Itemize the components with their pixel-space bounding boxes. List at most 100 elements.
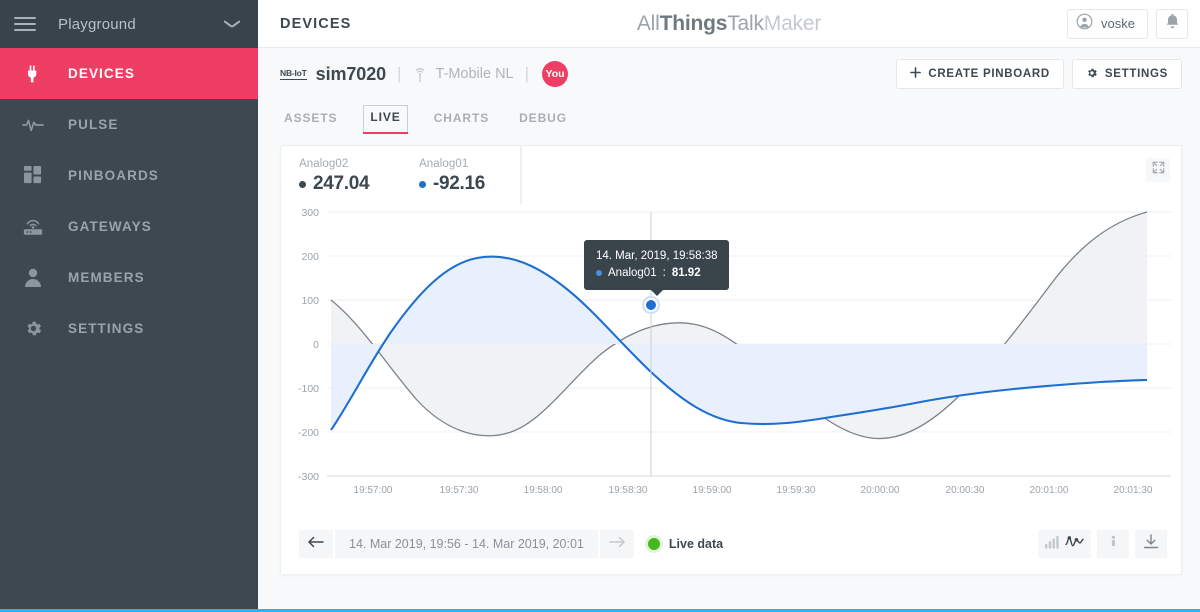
bell-icon [1165,13,1180,34]
device-actions: CREATE PINBOARD SETTINGS [896,59,1182,89]
notifications-button[interactable] [1156,8,1188,39]
gear-icon [18,319,48,338]
range-prev-button[interactable] [299,530,333,558]
metric-label: Analog01 [419,158,469,170]
svg-text:0: 0 [313,339,319,351]
svg-text:300: 300 [301,207,319,219]
main-area: DEVICES All Things Talk Maker voske NB-I… [258,0,1200,612]
grid-icon [18,166,48,185]
user-name: voske [1101,16,1135,31]
live-status: Live data [647,537,723,551]
device-tabs: ASSETS LIVE CHARTS DEBUG [258,100,1200,134]
chart-tooltip: 14. Mar, 2019, 19:58:38 Analog01: 81.92 [584,240,730,297]
svg-text:19:59:30: 19:59:30 [777,485,816,496]
download-icon [1143,534,1159,554]
device-carrier: T-Mobile NL [435,66,514,82]
sidebar-item-pinboards[interactable]: PINBOARDS [0,150,258,201]
svg-text:200: 200 [301,251,319,263]
sidebar-item-label: SETTINGS [68,321,145,336]
metric-legend: Analog02 247.04 Analog01 -92.16 [281,146,522,204]
separator: | [397,64,402,83]
expand-icon [1152,161,1165,179]
metric-analog01[interactable]: Analog01 -92.16 [401,146,521,204]
live-chart-card: Analog02 247.04 Analog01 -92.16 300 200 … [280,145,1182,575]
owner-badge: You [542,61,569,87]
pulse-icon [18,117,48,133]
svg-text:20:00:00: 20:00:00 [861,485,900,496]
device-settings-button[interactable]: SETTINGS [1071,59,1182,89]
router-icon [18,217,48,236]
sidebar-item-label: PULSE [68,117,119,132]
sidebar-item-settings[interactable]: SETTINGS [0,303,258,354]
tab-charts[interactable]: CHARTS [430,107,493,134]
topbar-actions: voske [1067,8,1188,39]
arrow-right-icon [609,535,625,553]
sidebar-item-pulse[interactable]: PULSE [0,99,258,150]
tab-live[interactable]: LIVE [363,105,408,134]
chevron-down-icon[interactable] [224,20,240,29]
svg-text:-200: -200 [298,427,319,439]
metric-analog02[interactable]: Analog02 247.04 [281,146,401,204]
brand-part-3: Talk [727,12,764,35]
svg-text:20:00:30: 20:00:30 [946,485,985,496]
chart-cursor-point [646,300,656,310]
tooltip-series-dot [596,270,602,276]
device-name: sim7020 [315,63,387,84]
tooltip-series-name: Analog01 [608,266,657,279]
tooltip-value: 81.92 [671,266,701,279]
chart-toolbar: 14. Mar 2019, 19:56 - 14. Mar 2019, 20:0… [281,514,1181,574]
svg-text:-100: -100 [298,383,319,395]
card-header: Analog02 247.04 Analog01 -92.16 [281,146,1181,204]
series-color-dot [299,180,306,188]
chart-info-button[interactable] [1097,530,1129,558]
bar-chart-icon[interactable] [1045,535,1060,554]
chart-type-toggle[interactable] [1038,530,1091,558]
svg-text:19:57:00: 19:57:00 [354,485,393,496]
tooltip-separator: : [662,266,666,279]
sidebar-item-devices[interactable]: DEVICES [0,48,258,99]
separator: | [524,64,530,83]
svg-text:100: 100 [301,295,319,307]
brand-logo: All Things Talk Maker [258,0,1200,48]
chart-tools [1038,530,1167,558]
person-icon [18,268,48,287]
create-pinboard-button[interactable]: CREATE PINBOARD [896,59,1064,89]
range-label[interactable]: 14. Mar 2019, 19:56 - 14. Mar 2019, 20:0… [335,530,598,558]
metric-value: -92.16 [433,173,486,194]
topbar: DEVICES All Things Talk Maker voske [258,0,1200,48]
arrow-left-icon [308,535,324,553]
brand-part-2: Things [659,12,728,35]
chart-svg[interactable]: 300 200 100 0 -100 -200 -300 19:57:00 19… [281,204,1179,514]
create-pinboard-label: CREATE PINBOARD [928,68,1050,80]
chart-plot[interactable]: 300 200 100 0 -100 -200 -300 19:57:00 19… [281,204,1181,514]
sidebar-item-label: MEMBERS [68,270,145,285]
org-name: Playground [58,15,136,33]
metric-value: 247.04 [313,173,370,194]
svg-text:19:58:30: 19:58:30 [609,485,648,496]
range-next-button[interactable] [599,530,634,558]
chart-y-labels: 300 200 100 0 -100 -200 -300 [298,207,319,483]
line-chart-icon[interactable] [1065,535,1084,554]
svg-text:20:01:30: 20:01:30 [1114,485,1153,496]
hamburger-icon[interactable] [14,16,36,32]
sidebar: Playground DEVICES PULSE PINBOARDS GATEW… [0,0,258,612]
chart-download-button[interactable] [1135,530,1167,558]
tab-debug[interactable]: DEBUG [515,107,571,134]
sidebar-item-gateways[interactable]: GATEWAYS [0,201,258,252]
svg-text:19:58:00: 19:58:00 [524,485,563,496]
org-selector[interactable]: Playground [0,0,258,48]
antenna-icon [412,66,428,83]
expand-chart-button[interactable] [1146,158,1170,182]
sidebar-item-members[interactable]: MEMBERS [0,252,258,303]
user-menu-button[interactable]: voske [1067,8,1148,39]
account-circle-icon [1076,13,1093,35]
tab-assets[interactable]: ASSETS [280,107,341,134]
brand-part-1: All [636,12,660,35]
device-bar: NB-IoT sim7020 | T-Mobile NL | You CREAT… [258,48,1200,100]
device-settings-label: SETTINGS [1104,68,1168,80]
metric-label: Analog02 [299,158,349,170]
gear-icon [1086,67,1098,82]
device-tech-badge: NB-IoT [280,68,307,80]
page-title: DEVICES [280,15,352,32]
plug-icon [18,64,48,84]
